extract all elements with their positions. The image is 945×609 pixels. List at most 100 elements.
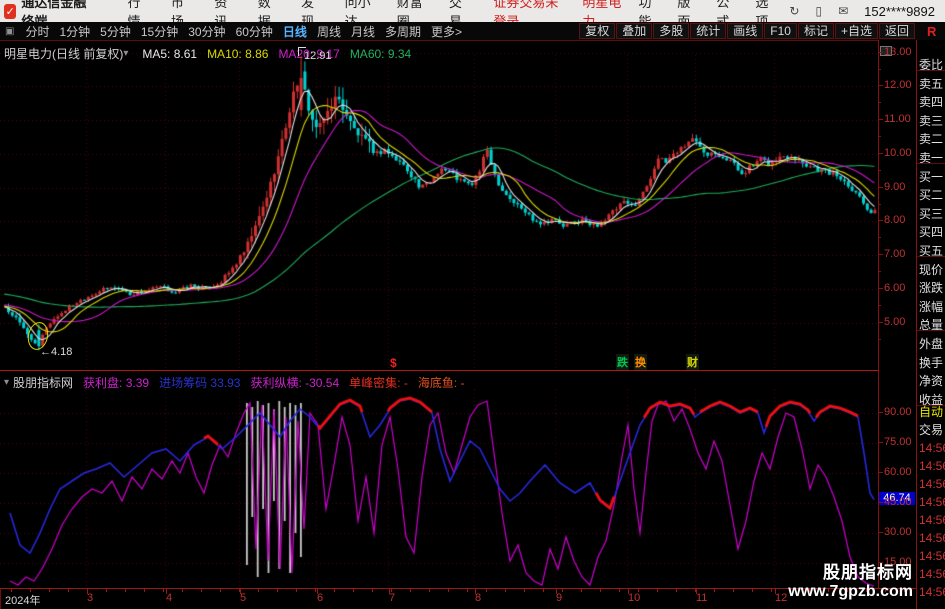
indicator-axis-tick-0: [879, 412, 883, 413]
period-tab-2[interactable]: 5分钟: [100, 23, 131, 40]
price-axis-minor-tick-0: [879, 68, 881, 70]
month-tick-9: [775, 589, 776, 594]
period-tab-7[interactable]: 周线: [317, 23, 341, 40]
period-tab-6[interactable]: 日线: [283, 23, 307, 40]
period-tab-9[interactable]: 多周期: [385, 23, 421, 40]
minor-tick: [600, 589, 601, 592]
sidebar-row-换手: 换手: [919, 355, 944, 370]
period-toolbar: ▣ 分时 1分钟 5分钟 15分钟 30分钟 60分钟 日线 周线 月线 多周期 更多> 复权 叠加多…: [0, 22, 945, 40]
sidebar-time-1: 14:56: [919, 459, 945, 473]
tool-button-4[interactable]: 画线: [727, 23, 764, 39]
main-chart-panel: 明星电力(日线 前复权) ▾ MA5: 8.61 MA10: 8.86 MA20: …: [0, 40, 878, 371]
minor-tick: [429, 589, 430, 592]
sidebar-row-涨跌: 涨跌: [919, 281, 944, 296]
minor-tick: [752, 589, 753, 592]
minor-tick: [372, 589, 373, 592]
minor-tick: [486, 589, 487, 592]
month-tick-8: [696, 589, 697, 594]
phone-number: 152****9892: [864, 3, 935, 19]
period-tab-3[interactable]: 15分钟: [141, 23, 178, 40]
tool-button-1[interactable]: 叠加: [616, 23, 653, 39]
chevron-down-icon[interactable]: ▾: [123, 48, 128, 59]
minor-tick: [296, 589, 297, 592]
tool-button-0[interactable]: 复权: [579, 23, 616, 39]
quote-sidebar: 委比 卖五 卖四 卖三 卖二 卖一 买一 买二 买三 买四 买五 现价 涨跌 涨幅 总量 外盘 换手 净资 收益 自动…: [916, 40, 945, 609]
sidebar-row-卖二: 卖二: [919, 132, 944, 147]
minor-tick: [106, 589, 107, 592]
minor-tick: [144, 589, 145, 592]
minor-tick: [87, 589, 88, 592]
sidebar-row-买三: 买三: [919, 206, 944, 221]
sidebar-time-0: 14:56: [919, 441, 945, 455]
month-label-8: 11: [696, 592, 708, 604]
month-tick-6: [556, 589, 557, 594]
sidebar-separator-3: [917, 330, 945, 332]
minor-tick: [581, 589, 582, 592]
history-icon[interactable]: ↻: [789, 4, 799, 18]
period-tab-10[interactable]: 更多>: [431, 23, 462, 40]
sidebar-row-卖四: 卖四: [919, 95, 944, 110]
minor-tick: [220, 589, 221, 592]
month-label-9: 12: [775, 592, 788, 604]
indicator-header: ▾ 股朋指标网 获利盘: 3.39 进场筹码 33.93 获利纵横: -30.54 单…: [4, 374, 465, 391]
period-tab-4[interactable]: 30分钟: [188, 23, 225, 40]
timeline-bar[interactable]: 2024年 3 4 5 6 7 8 9 10 11 12: [0, 588, 917, 609]
minor-tick: [277, 589, 278, 592]
period-tab-8[interactable]: 月线: [351, 23, 375, 40]
indicator-field-4: 海底鱼: -: [417, 376, 465, 390]
chevron-down-icon[interactable]: ▾: [4, 377, 9, 388]
window-icon[interactable]: ▣: [5, 26, 14, 37]
watermark-url: www.7gpzb.com: [788, 583, 913, 600]
period-tab-5[interactable]: 60分钟: [236, 23, 273, 40]
tool-button-8[interactable]: 返回: [878, 23, 915, 39]
minor-tick: [562, 589, 563, 592]
main-chart-canvas[interactable]: [0, 41, 878, 371]
mail-icon[interactable]: ✉: [838, 4, 848, 18]
indicator-axis-label-4: 30.00: [884, 526, 912, 538]
price-axis-minor-tick-2: [879, 136, 881, 138]
price-axis-tick-5: [879, 220, 883, 222]
price-axis-label-7: 6.00: [884, 281, 906, 294]
price-axis-label-4: 9.00: [884, 180, 906, 193]
tool-button-3[interactable]: 统计: [690, 23, 727, 39]
sidebar-row-卖三: 卖三: [919, 113, 944, 128]
minor-tick: [334, 589, 335, 592]
price-axis: 13.00 12.00 11.00 10.00 9.00 8.00 7.00 6.00 5.00: [878, 40, 917, 370]
minor-tick: [657, 589, 658, 592]
indicator-canvas[interactable]: [0, 389, 878, 589]
tool-button-6[interactable]: 标记: [797, 23, 834, 39]
mobile-icon[interactable]: ▯: [815, 4, 822, 18]
period-tab-1[interactable]: 1分钟: [59, 23, 90, 40]
price-axis-tick-2: [879, 119, 883, 121]
indicator-field-2: 获利纵横: -30.54: [250, 376, 340, 390]
corner-r-badge[interactable]: R: [927, 24, 936, 39]
ma-label-0: MA5: 8.61: [142, 46, 198, 61]
minor-tick: [125, 589, 126, 592]
month-tick-1: [166, 589, 167, 594]
top-menu-bar: ✓ 通达信金融终端 行情市场资讯数据发现问小达财富圈交易 证券交易未登录 明星电…: [0, 0, 945, 29]
price-axis-minor-tick-4: [879, 203, 881, 205]
sidebar-row-买二: 买二: [919, 188, 944, 203]
trough-price-annotation: ←4.18: [40, 346, 73, 358]
minor-tick: [410, 589, 411, 592]
minor-tick: [524, 589, 525, 592]
price-axis-tick-4: [879, 186, 883, 188]
sidebar-tab-交易[interactable]: 交易: [919, 421, 945, 438]
sidebar-tab-自动[interactable]: 自动: [919, 403, 945, 420]
sidebar-time-6: 14:56: [919, 549, 945, 563]
tool-button-5[interactable]: F10: [764, 23, 797, 39]
indicator-field-0: 获利盘: 3.39: [83, 376, 150, 390]
tool-button-2[interactable]: 多股: [653, 23, 690, 39]
indicator-axis-spacer: [878, 370, 917, 388]
minor-tick: [619, 589, 620, 592]
indicator-panel: ▾ 股朋指标网 获利盘: 3.39 进场筹码 33.93 获利纵横: -30.54 单…: [0, 370, 878, 589]
chart-title: 明星电力(日线 前复权): [4, 47, 124, 61]
tdx-terminal-window: ✓ 通达信金融终端 行情市场资讯数据发现问小达财富圈交易 证券交易未登录 明星电…: [0, 0, 945, 609]
price-axis-minor-tick-5: [879, 237, 881, 239]
sidebar-separator-0: [917, 70, 945, 71]
indicator-field-3: 单峰密集: -: [349, 376, 408, 390]
tool-button-7[interactable]: +自选: [834, 23, 878, 39]
year-label: 2024年: [5, 595, 41, 607]
event-marker-2: 财: [686, 354, 699, 370]
period-tab-0[interactable]: 分时: [25, 23, 49, 40]
